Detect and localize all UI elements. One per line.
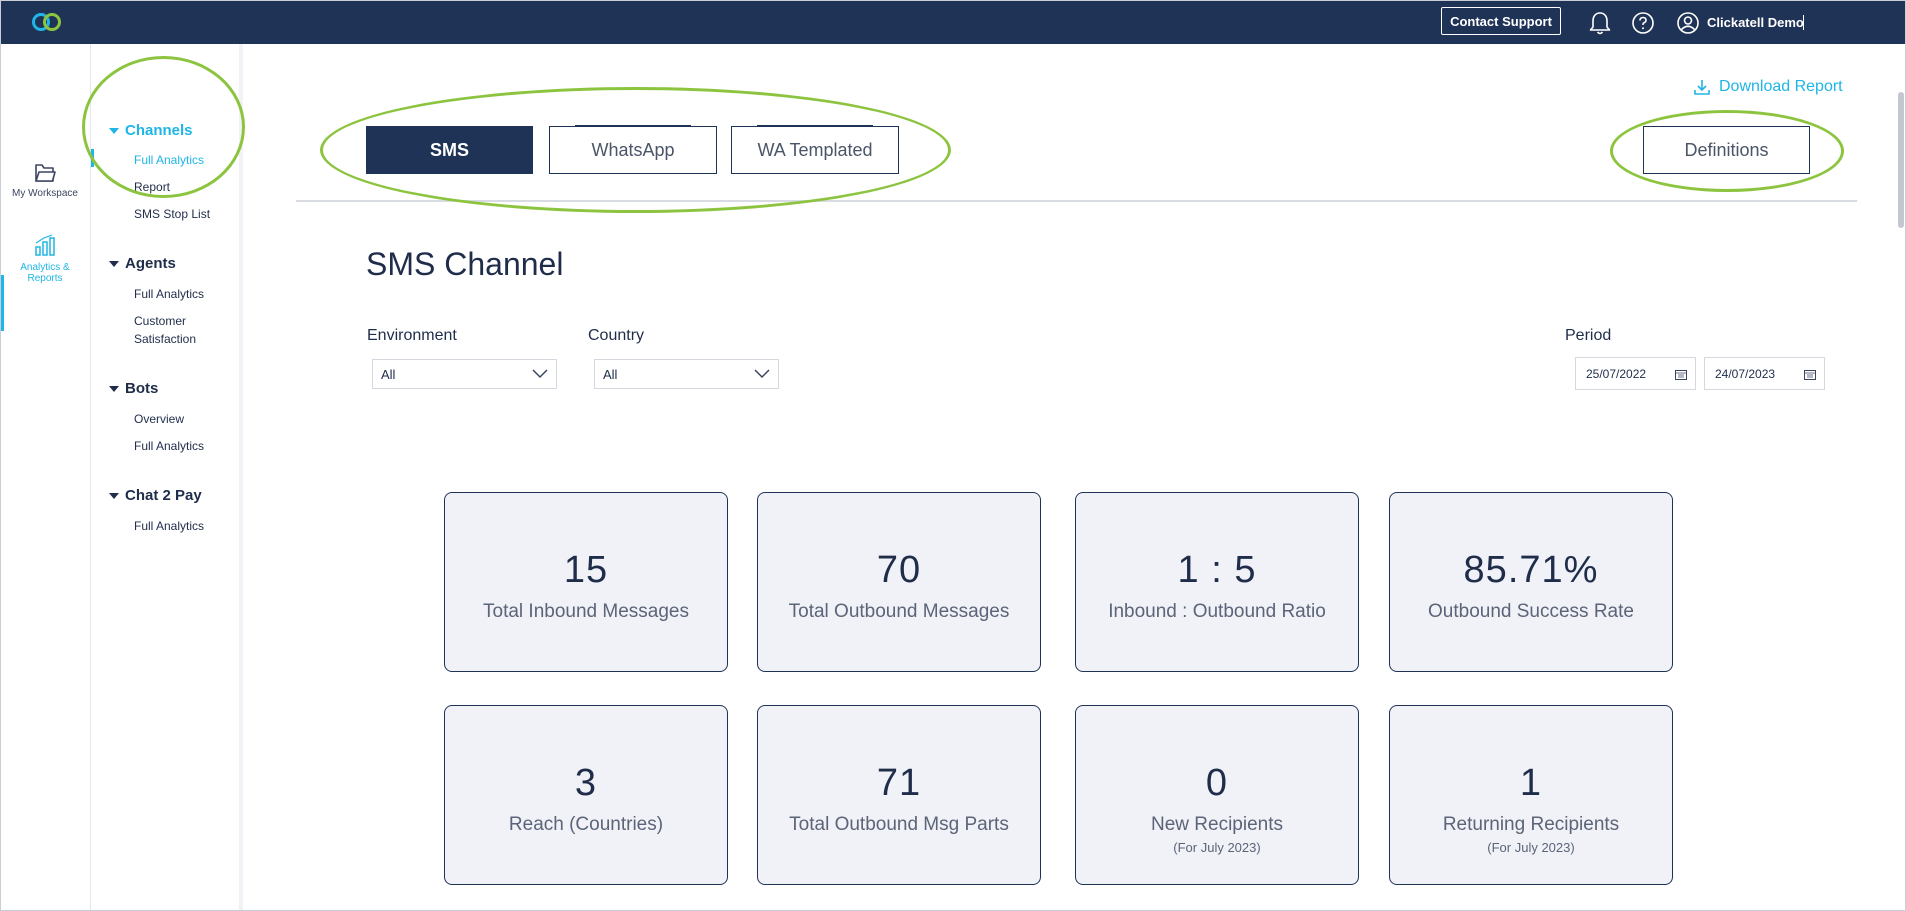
- submenu-section-agents[interactable]: Agents: [109, 255, 176, 272]
- section-title: Bots: [125, 380, 159, 397]
- kpi-value: 71: [876, 762, 922, 804]
- kpi-label: Inbound : Outbound Ratio: [1108, 601, 1326, 622]
- vertical-scrollbar[interactable]: [1898, 92, 1904, 228]
- submenu-item-channels-report[interactable]: Report: [134, 178, 234, 196]
- submenu-item-bots-full-analytics[interactable]: Full Analytics: [134, 437, 234, 455]
- definitions-button[interactable]: Definitions: [1643, 126, 1810, 174]
- calendar-icon: [1675, 370, 1687, 380]
- kpi-value: 1: [1519, 762, 1543, 804]
- caret-down-icon: [109, 127, 119, 134]
- kpi-card-total-inbound: 15 Total Inbound Messages: [444, 492, 728, 672]
- page-title: SMS Channel: [366, 246, 564, 282]
- help-icon[interactable]: [1631, 11, 1655, 35]
- submenu-item-agents-full-analytics[interactable]: Full Analytics: [134, 285, 234, 303]
- rail-item-label-line1: Analytics &: [20, 262, 70, 273]
- download-icon: [1694, 80, 1710, 95]
- kpi-card-total-outbound: 70 Total Outbound Messages: [757, 492, 1041, 672]
- country-label: Country: [588, 327, 645, 344]
- environment-select[interactable]: All: [372, 359, 557, 389]
- section-title: Agents: [125, 255, 176, 272]
- submenu-item-agents-customer-satisfaction[interactable]: Customer Satisfaction: [134, 312, 214, 348]
- submenu-item-channels-sms-stop-list[interactable]: SMS Stop List: [134, 205, 234, 223]
- kpi-label: Total Inbound Messages: [483, 601, 689, 622]
- submenu-item-channels-full-analytics[interactable]: Full Analytics: [134, 151, 234, 169]
- tabs-divider: [296, 200, 1857, 202]
- kpi-card-inbound-outbound-ratio: 1 : 5 Inbound : Outbound Ratio: [1075, 492, 1359, 672]
- section-title: Chat 2 Pay: [125, 487, 202, 504]
- download-report-link[interactable]: Download Report: [1693, 78, 1843, 96]
- caret-down-icon: [109, 492, 119, 499]
- caret-down-icon: [109, 385, 119, 392]
- bar-chart-icon: [35, 234, 55, 256]
- country-value: All: [603, 366, 618, 382]
- date-to-value: 24/07/2023: [1715, 366, 1776, 381]
- date-from-input[interactable]: 25/07/2022: [1575, 357, 1696, 390]
- chevron-down-icon: [532, 369, 548, 379]
- kpi-card-outbound-success-rate: 85.71% Outbound Success Rate: [1389, 492, 1673, 672]
- kpi-label: Total Outbound Msg Parts: [789, 814, 1009, 835]
- submenu-item-bots-overview[interactable]: Overview: [134, 410, 234, 428]
- user-avatar-icon[interactable]: [1676, 11, 1700, 35]
- kpi-value: 70: [876, 549, 922, 591]
- calendar-icon: [1804, 370, 1816, 380]
- section-title: Channels: [125, 122, 193, 139]
- kpi-label: Outbound Success Rate: [1428, 601, 1634, 622]
- bell-icon[interactable]: [1587, 10, 1613, 36]
- kpi-card-returning-recipients: 1 Returning Recipients (For July 2023): [1389, 705, 1673, 885]
- kpi-label: Total Outbound Messages: [788, 601, 1010, 622]
- contact-support-button[interactable]: Contact Support: [1441, 7, 1561, 35]
- kpi-value: 3: [574, 762, 598, 804]
- kpi-card-new-recipients: 0 New Recipients (For July 2023): [1075, 705, 1359, 885]
- kpi-label: Returning Recipients: [1442, 814, 1620, 835]
- submenu-section-chat-2-pay[interactable]: Chat 2 Pay: [109, 487, 202, 504]
- date-from-value: 25/07/2022: [1586, 366, 1647, 381]
- user-menu-divider: [1803, 15, 1804, 30]
- kpi-card-total-outbound-msg-parts: 71 Total Outbound Msg Parts: [757, 705, 1041, 885]
- rail-item-analytics-reports[interactable]: Analytics & Reports: [0, 234, 90, 284]
- caret-down-icon: [109, 260, 119, 267]
- tab-whatsapp[interactable]: WhatsApp: [549, 125, 717, 174]
- tab-wa-templated[interactable]: WA Templated: [731, 125, 899, 174]
- kpi-value: 15: [563, 549, 609, 591]
- rail-item-label: My Workspace: [12, 188, 78, 199]
- kpi-value: 0: [1205, 762, 1229, 804]
- tab-sms[interactable]: SMS: [366, 126, 533, 174]
- submenu-section-bots[interactable]: Bots: [109, 380, 158, 397]
- kpi-label: New Recipients: [1151, 814, 1283, 835]
- country-select[interactable]: All: [594, 359, 779, 389]
- rail-item-label-line2: Reports: [27, 273, 63, 284]
- submenu-section-channels[interactable]: Channels: [109, 122, 193, 139]
- submenu-item-chat2pay-full-analytics[interactable]: Full Analytics: [134, 517, 234, 535]
- kpi-sublabel: (For July 2023): [1173, 840, 1261, 855]
- download-report-label: Download Report: [1719, 78, 1843, 95]
- submenu: Channels Full Analytics Report SMS Stop …: [91, 44, 243, 911]
- rail-item-my-workspace[interactable]: My Workspace: [0, 162, 90, 199]
- submenu-active-indicator: [91, 149, 94, 167]
- icon-rail: My Workspace Analytics & Reports: [0, 44, 91, 911]
- date-to-input[interactable]: 24/07/2023: [1704, 357, 1825, 390]
- environment-label: Environment: [367, 327, 457, 344]
- user-name[interactable]: Clickatell Demo: [1707, 15, 1804, 30]
- kpi-label: Reach (Countries): [508, 814, 664, 835]
- kpi-value: 1 : 5: [1177, 549, 1257, 591]
- kpi-card-reach-countries: 3 Reach (Countries): [444, 705, 728, 885]
- period-label: Period: [1565, 327, 1612, 344]
- kpi-value: 85.71%: [1463, 549, 1599, 591]
- chevron-down-icon: [754, 369, 770, 379]
- kpi-sublabel: (For July 2023): [1487, 840, 1575, 855]
- top-bar: Contact Support Clickatell Demo: [0, 0, 1906, 44]
- environment-value: All: [381, 366, 396, 382]
- clickatell-logo-icon[interactable]: [30, 11, 64, 33]
- folder-icon: [35, 164, 56, 182]
